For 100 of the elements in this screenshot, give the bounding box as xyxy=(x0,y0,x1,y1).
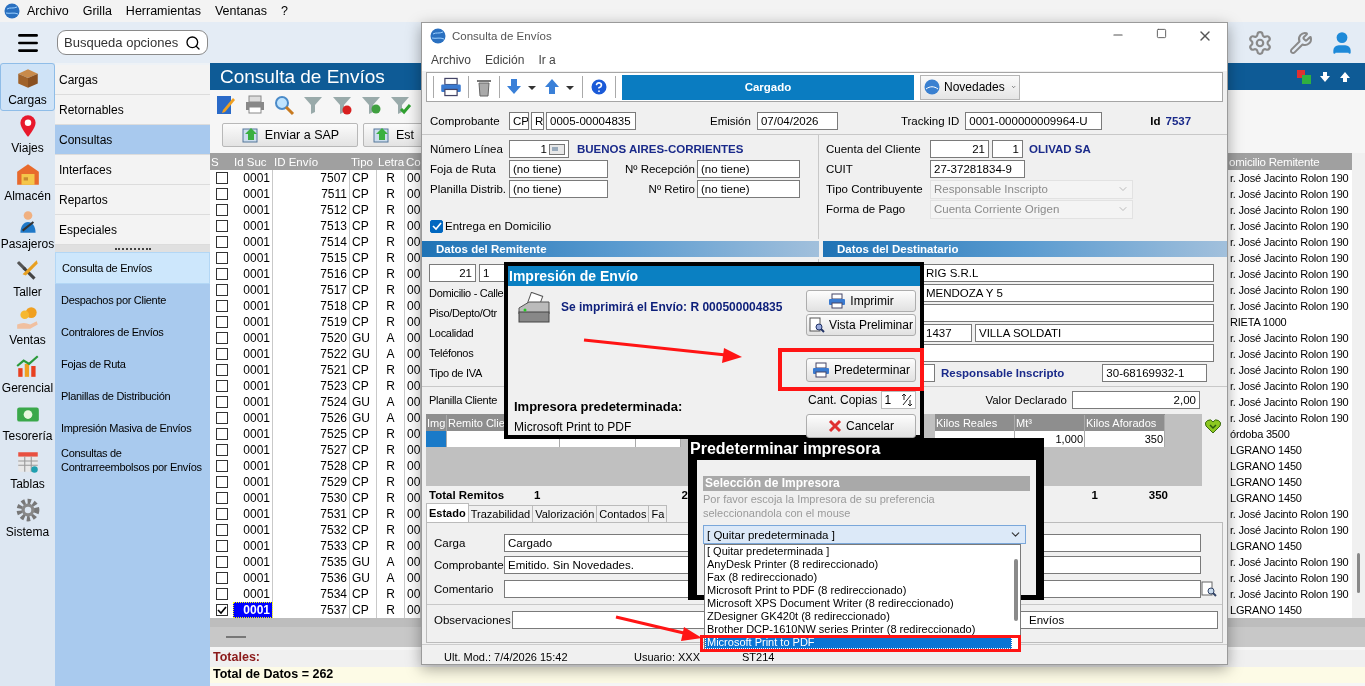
table-cell: R xyxy=(377,426,405,442)
table-cell: 7532 xyxy=(273,522,350,538)
table-cell: 7534 xyxy=(273,586,350,602)
checkbox-label: Entrega en Domicilio xyxy=(445,220,552,232)
table-cell-text: r. José Jacinto Rolon 190 xyxy=(1229,587,1350,602)
table-cell: CP xyxy=(350,490,377,506)
table-cell: CP xyxy=(350,586,377,602)
table-cell-text: LGRANO 1450 xyxy=(1229,491,1303,506)
table-cell: 0001 xyxy=(233,170,273,186)
table-cell: 7522 xyxy=(273,346,350,362)
table-cell: GU xyxy=(350,410,377,426)
table-cell: CP xyxy=(350,186,377,202)
table-cell: CP xyxy=(350,362,377,378)
table-cell: R xyxy=(377,234,405,250)
column-header: omicilio Remitente xyxy=(1228,155,1321,168)
field-label: Valor Declarado xyxy=(984,394,1068,406)
table-cell: CP xyxy=(350,266,377,282)
table-cell: R xyxy=(377,538,405,554)
status-text: ST214 xyxy=(742,652,775,663)
table-cell: 0001 xyxy=(233,330,273,346)
table-cell-text: r. José Jacinto Rolon 190 xyxy=(1229,251,1350,266)
table-cell: 7514 xyxy=(273,234,350,250)
table-cell: 7516 xyxy=(273,266,350,282)
table-cell: 0001 xyxy=(233,426,273,442)
field-label: Cuenta del Cliente xyxy=(826,143,922,155)
table-cell: CP xyxy=(350,282,377,298)
table-cell-text: r. José Jacinto Rolon 190 xyxy=(1229,187,1350,202)
table-cell-text: r. José Jacinto Rolon 190 xyxy=(1229,379,1350,394)
section-header: Datos del Remitente xyxy=(422,241,819,257)
table-cell: A xyxy=(377,554,405,570)
table-cell: 7521 xyxy=(273,362,350,378)
line-name: BUENOS AIRES-CORRIENTES xyxy=(577,143,744,155)
table-cell: R xyxy=(377,586,405,602)
table-cell-text: r. José Jacinto Rolon 190 xyxy=(1229,219,1350,234)
table-cell: 0001 xyxy=(233,202,273,218)
status-indicator: Cargado xyxy=(622,74,914,100)
field-label: Domicilio - Calle xyxy=(429,287,504,299)
table-cell-text: LGRANO 1450 xyxy=(1229,475,1303,490)
table-cell-text: r. José Jacinto Rolon 190 xyxy=(1229,267,1350,282)
table-cell: 0001 xyxy=(233,282,273,298)
id-value: 7537 xyxy=(1165,114,1192,127)
table-cell: 0001 xyxy=(233,314,273,330)
dialog-title: Predeterminar impresora xyxy=(690,439,882,459)
table-cell-text: LGRANO 1450 xyxy=(1229,443,1303,458)
table-cell-text: r. José Jacinto Rolon 190 xyxy=(1229,203,1350,218)
table-cell: 0001 xyxy=(233,186,273,202)
table-cell: CP xyxy=(350,218,377,234)
table-cell: R xyxy=(377,266,405,282)
table-cell: 7530 xyxy=(273,490,350,506)
total-count: Total de Datos = 262 xyxy=(210,667,1365,683)
table-cell: R xyxy=(377,314,405,330)
table-cell-text: r. José Jacinto Rolon 190 xyxy=(1229,299,1350,314)
table-cell: A xyxy=(377,330,405,346)
table-cell-text: r. José Jacinto Rolon 190 xyxy=(1229,395,1350,410)
table-cell: 0001 xyxy=(233,602,273,618)
table-cell: 7517 xyxy=(273,282,350,298)
table-cell: 0001 xyxy=(233,250,273,266)
table-cell: CP xyxy=(350,538,377,554)
field-label: CUIT xyxy=(826,163,854,175)
table-cell: R xyxy=(377,458,405,474)
table-cell: 0001 xyxy=(233,218,273,234)
table-cell: 7520 xyxy=(273,330,350,346)
table-cell: CP xyxy=(350,202,377,218)
table-cell: 0001 xyxy=(233,458,273,474)
column-header: Co xyxy=(405,155,421,168)
field-label: Observaciones xyxy=(434,614,512,626)
table-cell: 0001 xyxy=(233,346,273,362)
table-cell: 0001 xyxy=(233,298,273,314)
table-cell: CP xyxy=(350,298,377,314)
table-cell: 0001 xyxy=(233,234,273,250)
table-cell: 7536 xyxy=(273,570,350,586)
field-label: Tracking ID xyxy=(900,114,960,127)
hint-text: Por favor escoja la Impresora de su preferencia seleccionandola con el mouse xyxy=(703,492,936,520)
totals-label: Total Remitos xyxy=(429,489,506,501)
field-label: Nº Retiro xyxy=(647,183,696,195)
table-cell: R xyxy=(377,362,405,378)
column-header: S xyxy=(210,155,220,168)
table-cell: CP xyxy=(350,250,377,266)
section-header: Selección de Impresora xyxy=(703,476,1030,491)
table-cell-text: LGRANO 1450 xyxy=(1229,459,1303,474)
table-cell: CP xyxy=(350,378,377,394)
table-cell: A xyxy=(377,346,405,362)
table-cell: 7525 xyxy=(273,426,350,442)
table-cell: 0001 xyxy=(233,442,273,458)
field-label: Tipo Contribuyente xyxy=(826,183,924,195)
table-cell: A xyxy=(377,410,405,426)
field-label: Nº Recepción xyxy=(623,163,696,175)
field-label: Piso/Depto/Otr xyxy=(429,307,497,319)
table-cell-text: r. José Jacinto Rolon 190 xyxy=(1229,523,1350,538)
table-cell: GU xyxy=(350,554,377,570)
column-header: Img xyxy=(426,414,447,431)
table-cell: R xyxy=(377,170,405,186)
table-cell-text: LGRANO 1450 xyxy=(1229,603,1303,618)
field-label: Comprobante xyxy=(434,558,504,571)
table-cell: CP xyxy=(350,474,377,490)
table-cell: 7515 xyxy=(273,250,350,266)
field-label: Foja de Ruta xyxy=(430,163,497,175)
column-header: Id Suc xyxy=(233,155,268,168)
table-cell-text: r. José Jacinto Rolon 190 xyxy=(1229,571,1350,586)
table-cell: R xyxy=(377,282,405,298)
